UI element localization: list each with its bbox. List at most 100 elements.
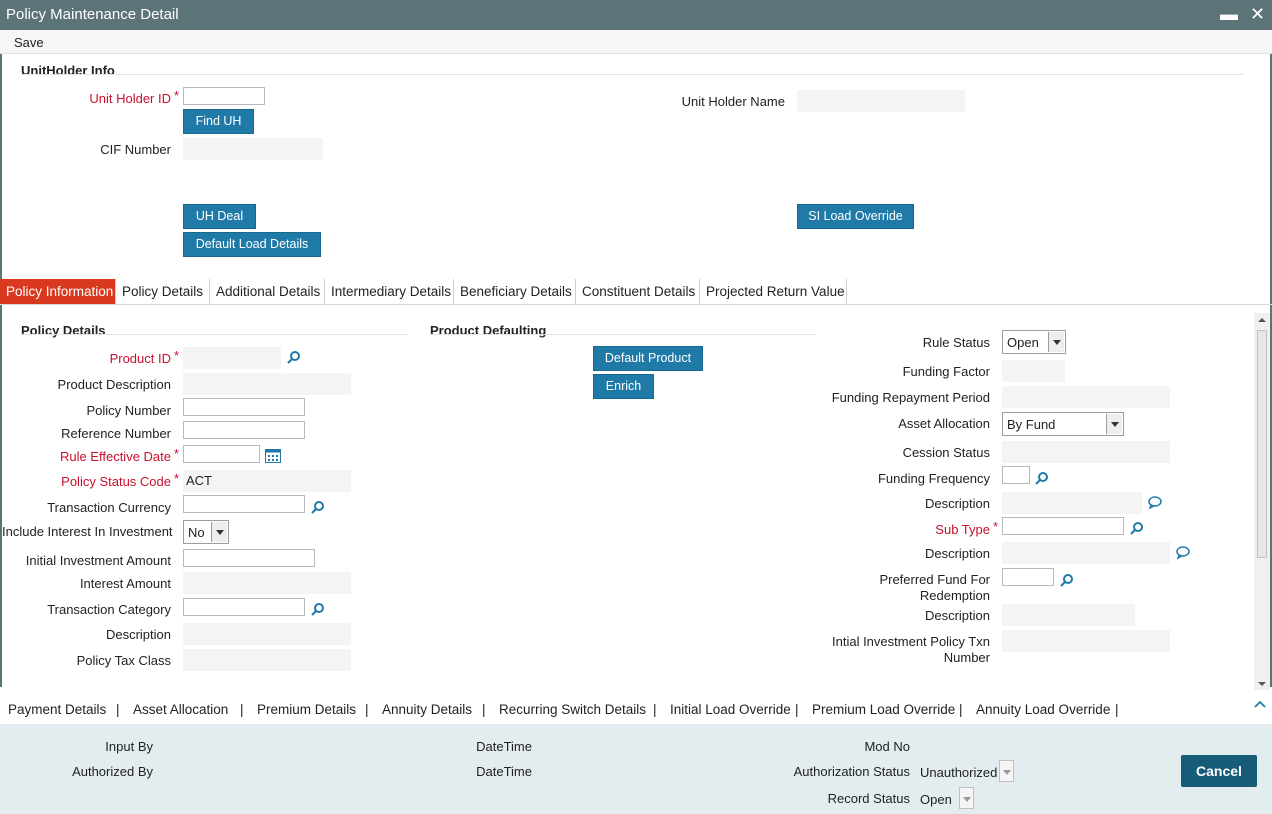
include-interest-select[interactable]: No (183, 520, 229, 544)
sub-type-description-field (1002, 542, 1170, 564)
tab-policy-information[interactable]: Policy Information (0, 279, 116, 305)
preferred-fund-description-label: Description (924, 608, 990, 623)
authorization-status-label: Authorization Status (793, 764, 910, 779)
preferred-fund-label-line2: Redemption (919, 588, 990, 603)
tab-beneficiary-details[interactable]: Beneficiary Details (454, 279, 576, 305)
tab-intermediary-details[interactable]: Intermediary Details (325, 279, 454, 305)
authorized-by-label: Authorized By (72, 764, 153, 779)
sub-type-description-label: Description (924, 546, 990, 561)
datetime-label: DateTime (476, 739, 532, 754)
preferred-fund-input[interactable] (1002, 568, 1054, 586)
product-id-label: Product ID (109, 351, 171, 366)
link-asset-allocation[interactable]: Asset Allocation (133, 702, 228, 717)
scroll-up-icon[interactable] (1257, 316, 1267, 324)
description-field (183, 623, 351, 645)
tab-projected-return-value[interactable]: Projected Return Value (700, 279, 847, 305)
unit-holder-name-label: Unit Holder Name (681, 94, 785, 109)
rule-status-label: Rule Status (922, 335, 990, 350)
rule-effective-date-input[interactable] (183, 445, 260, 463)
transaction-category-input[interactable] (183, 598, 305, 616)
default-load-details-button[interactable]: Default Load Details (183, 232, 321, 257)
collapse-up-icon[interactable] (1254, 700, 1266, 708)
close-icon[interactable]: ✕ (1250, 3, 1265, 25)
product-description-label: Product Description (57, 377, 171, 392)
unit-holder-id-input[interactable] (183, 87, 265, 105)
transaction-currency-search-icon[interactable] (311, 500, 325, 514)
include-interest-label: Include Interest In Investment (2, 524, 173, 539)
policy-status-code-field: ACT (183, 470, 351, 492)
transaction-category-label: Transaction Category (47, 602, 171, 617)
link-separator: | (116, 702, 120, 717)
save-menu-item[interactable]: Save (14, 35, 44, 50)
uh-deal-button[interactable]: UH Deal (183, 204, 256, 229)
description-label: Description (105, 627, 171, 642)
enrich-button[interactable]: Enrich (593, 374, 654, 399)
tab-constituent-details[interactable]: Constituent Details (576, 279, 700, 305)
interest-amount-field (183, 572, 351, 594)
product-defaulting-header: Product Defaulting (430, 323, 547, 338)
policy-number-input[interactable] (183, 398, 305, 416)
sub-type-input[interactable] (1002, 517, 1124, 535)
link-payment-details[interactable]: Payment Details (8, 702, 106, 717)
calendar-icon[interactable] (265, 448, 281, 463)
transaction-currency-input[interactable] (183, 495, 305, 513)
rule-status-select[interactable]: Open (1002, 330, 1066, 354)
required-marker: * (174, 348, 180, 363)
mod-no-label: Mod No (864, 739, 910, 754)
include-interest-value: No (188, 525, 205, 540)
window-titlebar: Policy Maintenance Detail ▬ ✕ (0, 0, 1272, 30)
interest-amount-label: Interest Amount (79, 576, 171, 591)
default-product-button[interactable]: Default Product (593, 346, 703, 371)
si-load-override-button[interactable]: SI Load Override (797, 204, 914, 229)
speech-bubble-icon[interactable] (1176, 546, 1190, 559)
chevron-down-icon (999, 760, 1014, 782)
record-status-label: Record Status (827, 791, 910, 806)
link-separator: | (795, 702, 799, 717)
link-separator: | (482, 702, 486, 717)
speech-bubble-icon[interactable] (1148, 496, 1162, 509)
funding-frequency-search-icon[interactable] (1035, 471, 1049, 485)
product-id-field[interactable] (183, 347, 281, 369)
input-by-label: Input By (105, 739, 153, 754)
funding-frequency-description-label: Description (924, 496, 990, 511)
transaction-category-search-icon[interactable] (311, 602, 325, 616)
asset-allocation-select[interactable]: By Fund (1002, 412, 1124, 436)
unitholder-info-header: UnitHolder Info (21, 63, 115, 78)
link-separator: | (365, 702, 369, 717)
minimize-icon[interactable]: ▬ (1220, 3, 1238, 25)
rule-status-value: Open (1007, 335, 1039, 350)
reference-number-input[interactable] (183, 421, 305, 439)
link-annuity-details[interactable]: Annuity Details (382, 702, 472, 717)
initial-investment-amount-label: Initial Investment Amount (25, 553, 171, 568)
funding-frequency-input[interactable] (1002, 466, 1030, 484)
initial-investment-amount-input[interactable] (183, 549, 315, 567)
link-initial-load-override[interactable]: Initial Load Override (670, 702, 791, 717)
link-premium-load-override[interactable]: Premium Load Override (812, 702, 955, 717)
initial-investment-policy-label-line1: Intial Investment Policy Txn (832, 634, 990, 649)
preferred-fund-description-field (1002, 604, 1135, 626)
funding-frequency-label: Funding Frequency (877, 471, 990, 486)
policy-details-header: Policy Details (21, 323, 106, 338)
find-uh-button[interactable]: Find UH (183, 109, 254, 134)
sub-type-search-icon[interactable] (1130, 521, 1144, 535)
preferred-fund-search-icon[interactable] (1060, 573, 1074, 587)
asset-allocation-label: Asset Allocation (898, 416, 990, 431)
tab-additional-details[interactable]: Additional Details (210, 279, 325, 305)
cancel-button[interactable]: Cancel (1181, 755, 1257, 787)
product-defaulting-divider (430, 334, 816, 335)
cif-number-field (183, 138, 323, 160)
initial-investment-policy-field (1002, 630, 1170, 652)
audit-footer: Input By Authorized By DateTime DateTime… (0, 724, 1272, 814)
link-annuity-load-override[interactable]: Annuity Load Override (976, 702, 1110, 717)
link-premium-details[interactable]: Premium Details (257, 702, 356, 717)
tab-policy-details[interactable]: Policy Details (116, 279, 210, 305)
product-id-search-icon[interactable] (287, 350, 301, 364)
link-recurring-switch-details[interactable]: Recurring Switch Details (499, 702, 646, 717)
record-status-value: Open (920, 792, 952, 807)
scroll-down-icon[interactable] (1257, 680, 1267, 688)
scrollbar-thumb[interactable] (1257, 330, 1267, 558)
initial-investment-policy-label-line2: Number (943, 650, 990, 665)
product-description-field (183, 373, 351, 395)
asset-allocation-value: By Fund (1007, 417, 1056, 432)
funding-factor-field (1002, 360, 1065, 382)
